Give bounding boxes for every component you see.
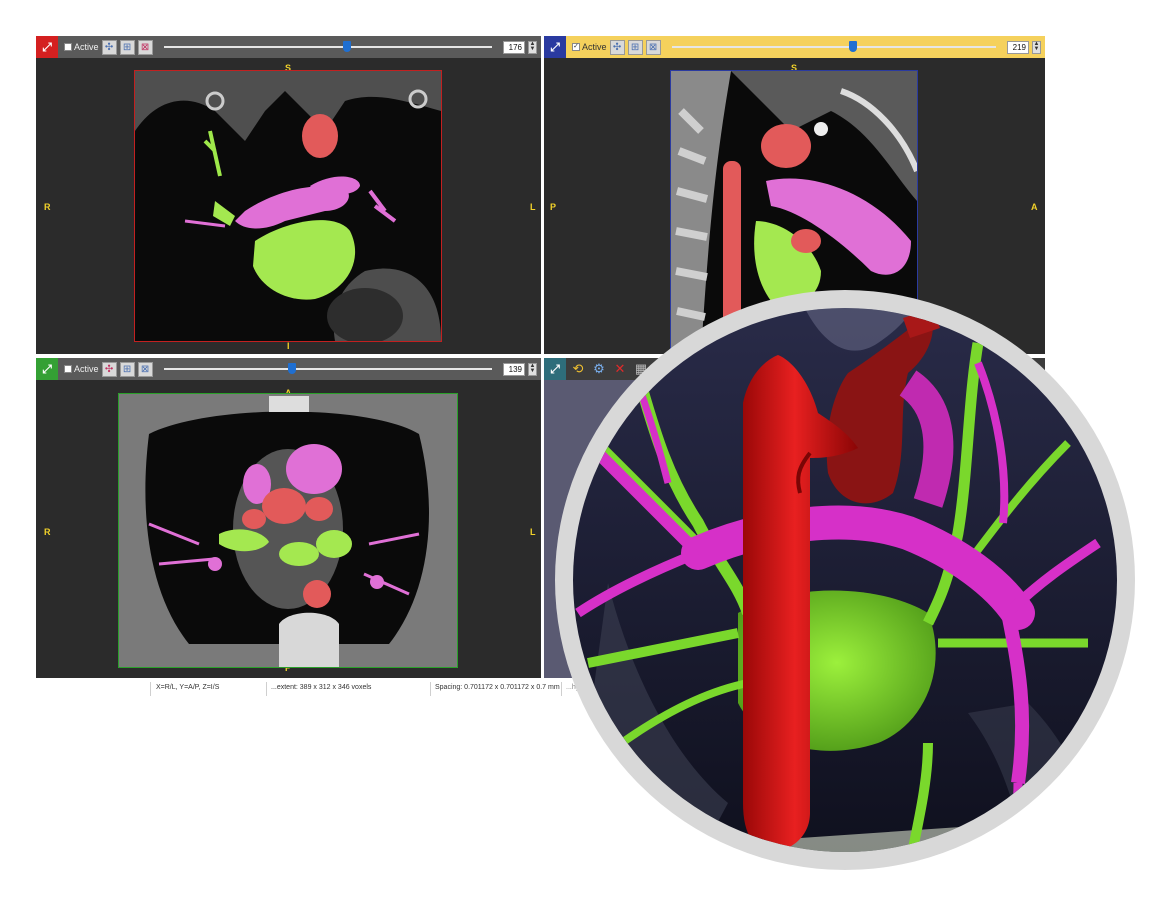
crosshair-icon[interactable]: ✣ (609, 39, 625, 55)
axial-slice-graphic (135, 71, 441, 341)
active-checkbox[interactable]: ✓ Active (572, 42, 607, 52)
sagittal-toolbar: ⤢ ✓ Active ✣ ⊞ ⊠ 219 ▲ ▼ (544, 36, 1045, 58)
checkbox-box[interactable]: ✓ (572, 43, 580, 51)
slice-number-input[interactable]: 219 (1007, 40, 1029, 54)
axial-toolbar: ⤢ Active ✣ ⊞ ⊠ 176 ▲ ▼ (36, 36, 541, 58)
slice-slider[interactable] (671, 40, 996, 54)
slider-thumb[interactable] (287, 363, 296, 374)
active-label: Active (74, 42, 99, 52)
active-label: Active (582, 42, 607, 52)
active-checkbox[interactable]: Active (64, 42, 99, 52)
segment-icon[interactable]: ⊠ (645, 39, 661, 55)
slice-spinner[interactable]: ▲ ▼ (528, 40, 537, 54)
slice-spinner[interactable]: ▲ ▼ (1032, 40, 1041, 54)
axial-ct-image[interactable] (134, 70, 442, 342)
active-checkbox[interactable]: Active (64, 364, 99, 374)
slice-spinner[interactable]: ▲ ▼ (528, 362, 537, 376)
crosshair-icon[interactable]: ✣ (101, 361, 117, 377)
orientation-left: R (44, 202, 51, 212)
checkbox-box[interactable] (64, 43, 72, 51)
segment-icon[interactable]: ⊠ (137, 39, 153, 55)
slice-number-input[interactable]: 176 (503, 40, 525, 54)
orientation-left: R (44, 527, 51, 537)
slider-thumb[interactable] (343, 41, 352, 52)
orientation-right: L (530, 202, 536, 212)
3d-heart-vessels-render (555, 290, 1135, 870)
status-coordinates: X=R/L, Y=A/P, Z=I/S (156, 684, 220, 691)
slice-number-input[interactable]: 139 (503, 362, 525, 376)
3d-render-magnifier[interactable] (548, 283, 1143, 878)
coronal-view-panel[interactable]: ⤢ Active ✣ ⊞ ⊠ 139 ▲▼ A P R L (36, 358, 541, 678)
layout-icon[interactable]: ⊞ (119, 39, 135, 55)
status-extent: ...extent: 389 x 312 x 346 voxels (271, 684, 372, 691)
coronal-slice-graphic (119, 394, 457, 667)
orientation-right: A (1031, 202, 1038, 212)
active-label: Active (74, 364, 99, 374)
layout-icon[interactable]: ⊞ (119, 361, 135, 377)
maximize-icon[interactable]: ⤢ (36, 36, 58, 58)
slider-thumb[interactable] (849, 41, 858, 52)
maximize-icon[interactable]: ⤢ (36, 358, 58, 380)
coronal-toolbar: ⤢ Active ✣ ⊞ ⊠ 139 ▲ ▼ (36, 358, 541, 380)
segment-icon[interactable]: ⊠ (137, 361, 153, 377)
orientation-left: P (550, 202, 557, 212)
coronal-ct-image[interactable] (118, 393, 458, 668)
orientation-right: L (530, 527, 536, 537)
orientation-bottom: I (287, 341, 290, 351)
slice-slider[interactable] (163, 40, 492, 54)
checkbox-box[interactable] (64, 365, 72, 373)
axial-view-panel[interactable]: ⤢ Active ✣ ⊞ ⊠ 176 ▲ ▼ S I R L (36, 36, 541, 354)
status-spacing: Spacing: 0.701172 x 0.701172 x 0.7 mm (435, 684, 560, 691)
crosshair-icon[interactable]: ✣ (101, 39, 117, 55)
maximize-icon[interactable]: ⤢ (544, 36, 566, 58)
layout-icon[interactable]: ⊞ (627, 39, 643, 55)
slice-slider[interactable] (163, 362, 492, 376)
